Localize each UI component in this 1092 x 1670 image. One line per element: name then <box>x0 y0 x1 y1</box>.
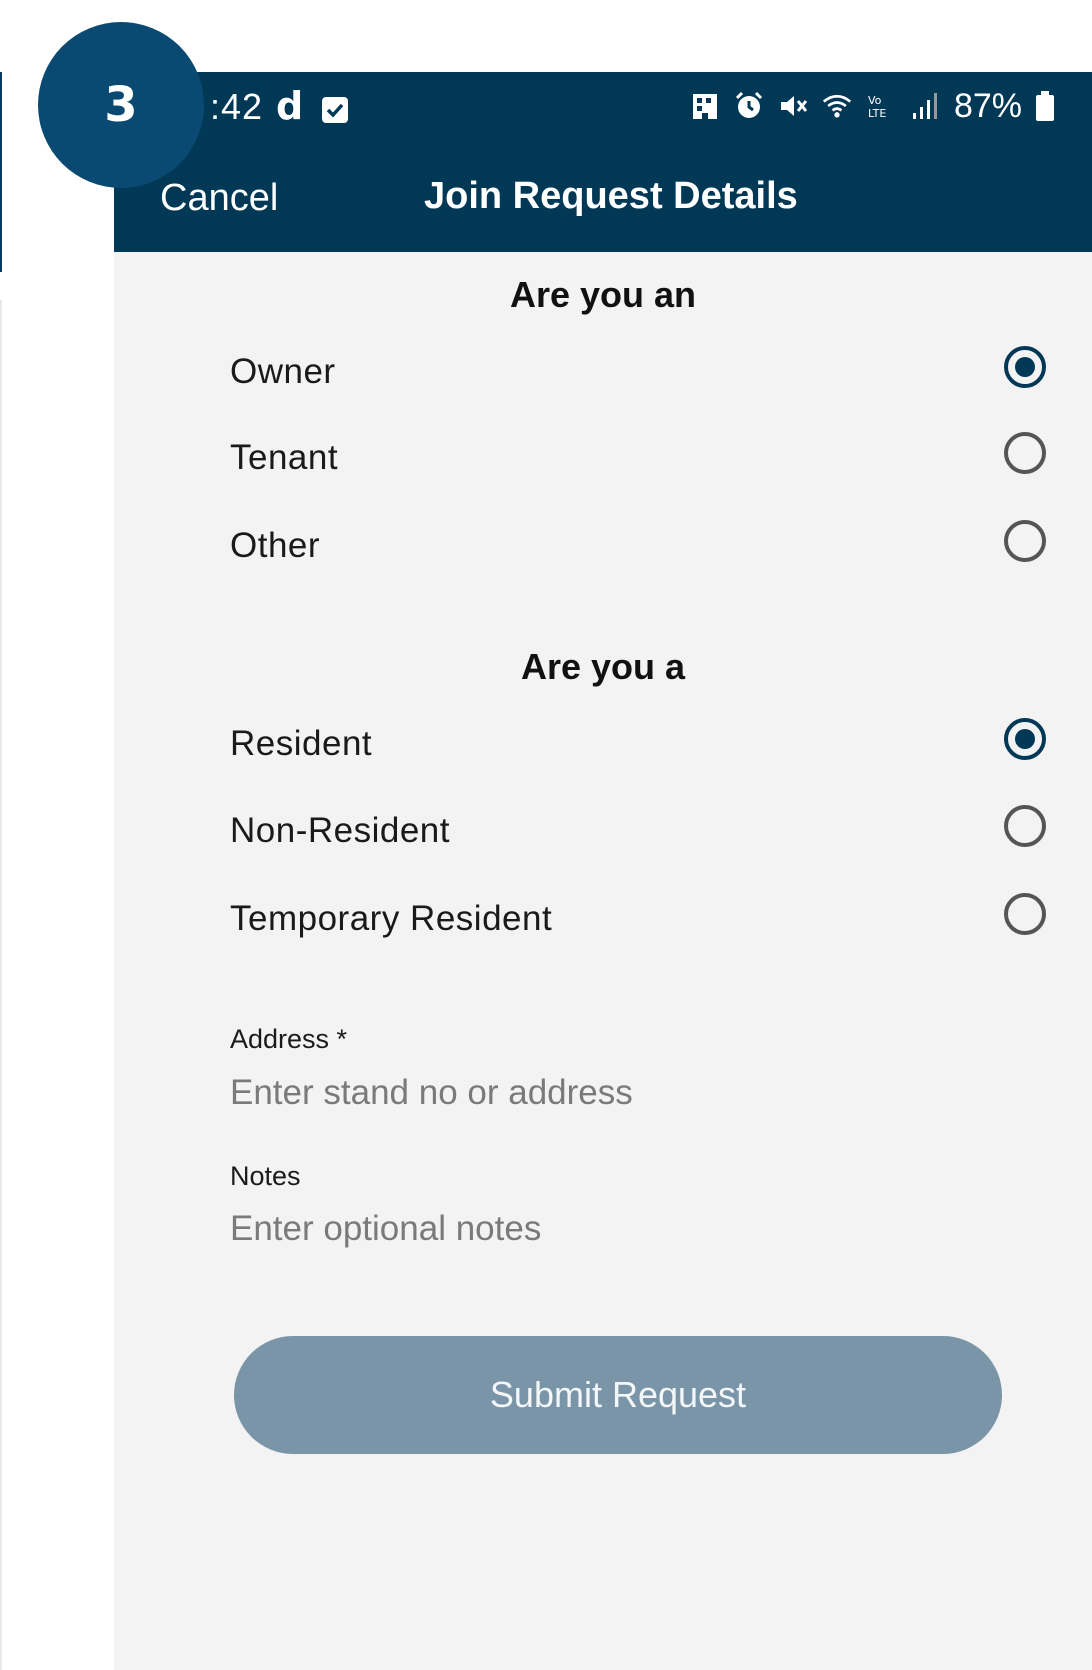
left-edge-divider <box>0 300 2 1670</box>
option-label: Tenant <box>230 438 339 477</box>
wifi-icon <box>822 91 852 121</box>
phone-screen: :42 d Vo LTE 87% Cancel Join Request Det… <box>114 72 1092 1670</box>
left-edge-line <box>0 72 2 272</box>
radio-temporary-resident[interactable] <box>1004 893 1046 935</box>
checkbox-notification-icon <box>322 97 348 123</box>
cancel-button[interactable]: Cancel <box>160 177 278 220</box>
residency-question-title: Are you a <box>520 646 686 687</box>
option-other[interactable]: Other <box>230 520 1046 580</box>
option-label: Temporary Resident <box>230 899 553 938</box>
svg-text:Vo: Vo <box>868 94 882 107</box>
mute-icon <box>778 91 808 121</box>
option-label: Resident <box>230 724 373 763</box>
notes-input[interactable] <box>230 1204 990 1254</box>
option-label: Owner <box>230 352 336 391</box>
option-tenant[interactable]: Tenant <box>230 432 1046 492</box>
radio-tenant[interactable] <box>1004 432 1046 474</box>
option-non-resident[interactable]: Non-Resident <box>230 805 1046 865</box>
svg-text:LTE: LTE <box>868 107 886 120</box>
radio-non-resident[interactable] <box>1004 805 1046 847</box>
option-label: Other <box>230 526 321 565</box>
status-time: :42 <box>210 86 264 127</box>
submit-request-button[interactable]: Submit Request <box>234 1336 1002 1454</box>
page-title: Join Request Details <box>424 175 798 217</box>
battery-icon <box>1036 91 1054 121</box>
step-number-badge: 3 <box>38 22 204 188</box>
address-input[interactable] <box>230 1068 990 1118</box>
notes-label: Notes <box>230 1161 301 1191</box>
radio-owner[interactable] <box>1004 346 1046 388</box>
radio-resident[interactable] <box>1004 718 1046 760</box>
option-owner[interactable]: Owner <box>230 346 1046 406</box>
option-label: Non-Resident <box>230 811 450 850</box>
battery-percent: 87% <box>953 86 1022 125</box>
option-resident[interactable]: Resident <box>230 718 1046 778</box>
option-temporary-resident[interactable]: Temporary Resident <box>230 893 1046 953</box>
radio-other[interactable] <box>1004 520 1046 562</box>
alarm-icon <box>734 91 764 121</box>
volte-icon: Vo LTE <box>866 91 896 121</box>
building-icon <box>690 91 720 121</box>
address-label: Address * <box>230 1024 348 1054</box>
status-icons: Vo LTE 87% <box>690 86 1054 126</box>
app-notification-icon: d <box>276 84 304 128</box>
signal-icon <box>910 91 940 121</box>
app-bar: :42 d Vo LTE 87% Cancel Join Request Det… <box>114 72 1092 252</box>
ownership-question-title: Are you an <box>509 274 697 315</box>
